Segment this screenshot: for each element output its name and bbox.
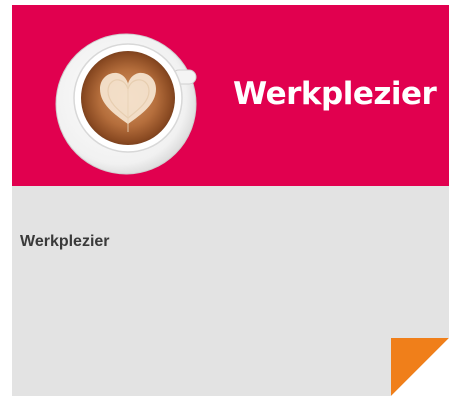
banner-title: Werkplezier xyxy=(233,76,437,112)
werkplezier-tile[interactable]: Werkplezier Werkplezier xyxy=(12,5,449,396)
tile-banner: Werkplezier xyxy=(12,5,449,186)
folded-corner-icon xyxy=(391,338,449,396)
latte-cup-icon xyxy=(54,20,214,180)
tile-title[interactable]: Werkplezier xyxy=(20,233,110,251)
